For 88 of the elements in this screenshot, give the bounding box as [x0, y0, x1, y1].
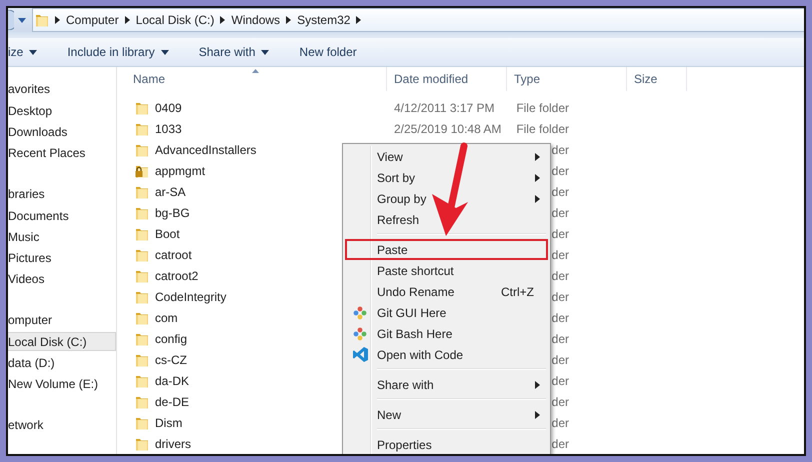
file-type: der — [552, 416, 569, 430]
diamond-icon — [353, 306, 367, 320]
file-name[interactable]: 0409 — [155, 100, 182, 114]
address-bar[interactable]: Computer Local Disk (C:) Windows System32 — [32, 8, 804, 32]
code-editor-icon — [352, 347, 368, 362]
file-type: der — [552, 394, 569, 408]
date-modified: 4/12/2011 3:17 PM — [393, 100, 496, 114]
nav-item[interactable]: New Volume (E:) — [8, 374, 116, 393]
file-name[interactable]: ar-SA — [155, 184, 186, 198]
file-name[interactable]: catroot — [155, 248, 192, 262]
chevron-icon — [220, 16, 226, 24]
menu-item[interactable]: Open with Code — [345, 344, 548, 365]
file-name[interactable]: cs-CZ — [155, 352, 187, 366]
file-type: der — [552, 374, 569, 388]
chevron-icon — [124, 16, 130, 24]
nav-item[interactable]: data (D:) — [8, 353, 116, 372]
file-name[interactable]: appmgmt — [155, 164, 206, 178]
toolbar-button[interactable]: New folder — [299, 45, 357, 59]
file-name[interactable]: com — [155, 310, 178, 324]
menu-item[interactable]: Share with — [345, 374, 548, 395]
file-type: der — [552, 268, 569, 282]
chevron-icon — [356, 16, 362, 24]
file-name[interactable]: CodeIntegrity — [155, 290, 226, 304]
file-type: der — [552, 226, 569, 240]
chevron-icon — [286, 16, 292, 24]
file-type: File folder — [516, 122, 569, 136]
menu-item[interactable]: Paste — [345, 239, 548, 260]
nav-group-heading[interactable]: etwork — [8, 415, 116, 436]
nav-item[interactable]: Recent Places — [8, 143, 116, 162]
nav-group-heading[interactable]: braries — [8, 184, 116, 205]
back-button[interactable] — [8, 10, 14, 30]
nav-item[interactable]: Videos — [8, 269, 116, 288]
file-type: der — [552, 332, 569, 346]
menu-item[interactable]: Sort by — [345, 167, 548, 188]
file-type: der — [552, 142, 569, 156]
nav-item[interactable]: Documents — [8, 206, 116, 225]
nav-item[interactable]: Desktop — [8, 101, 116, 120]
breadcrumb[interactable]: Windows — [231, 13, 280, 27]
menu-item[interactable]: New — [345, 404, 548, 425]
file-type: der — [552, 290, 569, 304]
file-name[interactable]: bg-BG — [155, 206, 190, 220]
file-type: der — [552, 206, 569, 220]
menu-item[interactable]: Paste shortcut — [345, 260, 548, 281]
file-name[interactable]: AdvancedInstallers — [155, 142, 256, 156]
file-type: der — [552, 436, 569, 450]
nav-item[interactable]: Downloads — [8, 122, 116, 141]
breadcrumb[interactable]: Computer — [66, 13, 119, 27]
menu-item[interactable]: Git Bash Here — [345, 323, 548, 344]
nav-item[interactable]: Local Disk (C:) — [8, 332, 116, 351]
column-header[interactable]: Size — [627, 67, 687, 91]
nav-group-heading[interactable]: omputer — [8, 310, 116, 331]
breadcrumb[interactable]: Local Disk (C:) — [136, 13, 214, 27]
date-modified: 2/25/2019 10:48 AM — [393, 122, 502, 136]
file-name[interactable]: drivers — [155, 436, 192, 450]
nav-group-heading[interactable]: avorites — [8, 79, 116, 100]
file-type: der — [552, 184, 569, 198]
file-name[interactable]: Dism — [155, 416, 182, 430]
chevron-icon — [55, 16, 60, 24]
menu-item[interactable]: Properties — [345, 434, 548, 454]
column-header[interactable]: Type — [507, 67, 627, 91]
sort-caret-icon — [252, 69, 258, 73]
dropdown-caret-icon — [18, 18, 26, 22]
file-type: der — [552, 310, 569, 324]
column-header[interactable]: Date modified — [387, 67, 507, 91]
menu-item[interactable]: Undo Rename Ctrl+Z — [345, 281, 548, 302]
breadcrumb[interactable]: System32 — [297, 13, 350, 27]
file-type: File folder — [516, 100, 569, 114]
menu-item[interactable]: Refresh — [345, 209, 548, 230]
menu-item[interactable]: Git GUI Here — [345, 302, 548, 323]
file-type: der — [552, 352, 569, 366]
file-name[interactable]: catroot2 — [155, 268, 198, 282]
file-name[interactable]: config — [155, 332, 188, 346]
menu-item[interactable]: Group by — [345, 188, 548, 209]
file-name[interactable]: da-DK — [155, 374, 190, 388]
nav-item[interactable]: Pictures — [8, 248, 116, 267]
file-name[interactable]: 1033 — [155, 122, 182, 136]
column-header[interactable]: Name — [117, 67, 387, 91]
file-type: der — [552, 248, 569, 262]
nav-item[interactable]: Music — [8, 227, 116, 246]
diamond-icon — [353, 326, 367, 340]
toolbar-button[interactable]: Include in library — [67, 45, 169, 59]
toolbar-button[interactable]: ize — [8, 45, 38, 59]
folder-icon — [35, 13, 49, 27]
file-name[interactable]: de-DE — [155, 394, 190, 408]
toolbar-button[interactable]: Share with — [198, 45, 270, 59]
file-type: der — [552, 164, 569, 178]
file-name[interactable]: Boot — [155, 226, 180, 240]
menu-item[interactable]: View — [345, 146, 548, 167]
